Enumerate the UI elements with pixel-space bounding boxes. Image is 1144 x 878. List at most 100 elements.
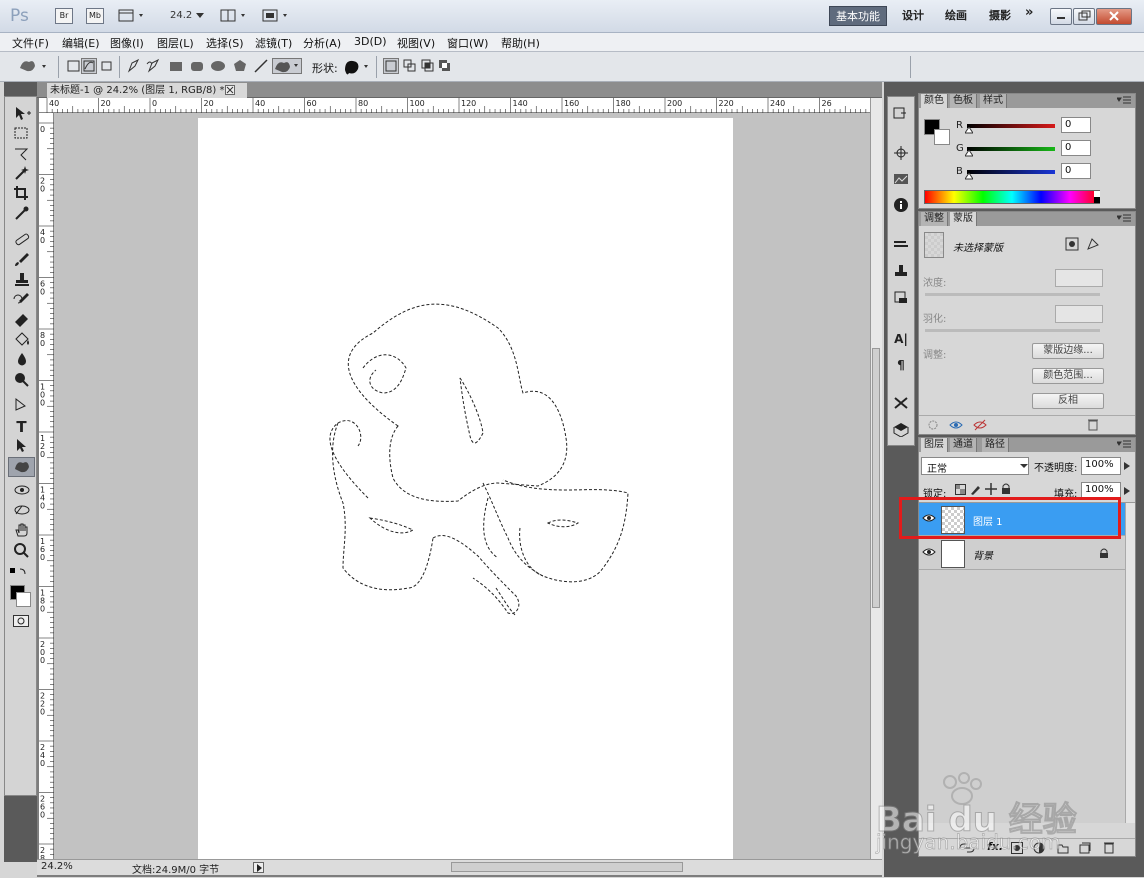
density-input[interactable] <box>1055 269 1103 287</box>
lock-position-icon[interactable] <box>985 483 997 495</box>
mask-edge-button[interactable]: 蒙版边缘... <box>1032 343 1104 359</box>
eraser-tool[interactable] <box>8 311 35 331</box>
status-menu-button[interactable] <box>253 862 264 873</box>
arrange-documents-button[interactable] <box>220 9 250 23</box>
panel-menu-icon[interactable] <box>1117 440 1131 450</box>
channel-g-input[interactable]: 0 <box>1061 140 1091 156</box>
ruler-vertical[interactable]: 020406080100120140160180200220240260280 <box>39 113 54 859</box>
menu-layer[interactable]: 图层(L) <box>157 35 194 51</box>
workspace-design-button[interactable]: 设计 <box>902 7 924 23</box>
ellipse-tool-button[interactable] <box>210 58 226 74</box>
workspace-essentials-button[interactable]: 基本功能 <box>829 6 887 26</box>
workspace-painting-button[interactable]: 绘画 <box>945 7 967 23</box>
navigator-panel-button[interactable] <box>888 145 914 165</box>
channel-r-slider[interactable] <box>967 124 1055 128</box>
zoom-dropdown-icon[interactable] <box>196 13 204 19</box>
tab-color[interactable]: 颜色 <box>921 94 948 108</box>
opacity-slider-arrow-icon[interactable] <box>1123 462 1131 470</box>
delete-mask-icon[interactable] <box>1087 418 1099 431</box>
history-panel-button[interactable] <box>888 105 914 125</box>
tab-swatches[interactable]: 色板 <box>950 94 977 108</box>
more-workspaces-button[interactable]: » <box>1025 5 1033 20</box>
type-tool[interactable]: T <box>8 417 35 437</box>
horizontal-scroll-thumb[interactable] <box>451 862 683 872</box>
paths-button[interactable] <box>81 58 97 74</box>
intersect-shape-mode[interactable] <box>420 58 436 74</box>
minimize-button[interactable] <box>1050 8 1072 25</box>
vertical-scroll-thumb[interactable] <box>872 348 880 608</box>
mini-bridge-button[interactable]: Mb <box>86 8 104 24</box>
menu-image[interactable]: 图像(I) <box>110 35 144 51</box>
rectangle-tool-button[interactable] <box>168 58 184 74</box>
new-shape-layer-mode[interactable] <box>383 58 399 74</box>
eyedropper-tool[interactable] <box>8 205 35 225</box>
dodge-tool[interactable] <box>8 371 35 391</box>
channel-r-input[interactable]: 0 <box>1061 117 1091 133</box>
menu-window[interactable]: 窗口(W) <box>447 35 488 51</box>
zoom-level[interactable]: 24.2 <box>170 10 192 21</box>
crop-tool[interactable] <box>8 185 35 205</box>
histogram-panel-button[interactable] <box>888 171 914 191</box>
lock-transparent-icon[interactable] <box>955 484 966 495</box>
tab-styles[interactable]: 样式 <box>980 94 1007 108</box>
feather-slider[interactable] <box>925 329 1100 332</box>
close-button[interactable] <box>1096 8 1132 25</box>
color-range-button[interactable]: 颜色范围... <box>1032 368 1104 384</box>
clone-source-panel-button[interactable] <box>888 263 914 283</box>
tab-layers[interactable]: 图层 <box>921 438 948 452</box>
tool-presets-panel-button[interactable] <box>888 289 914 309</box>
channel-b-input[interactable]: 0 <box>1061 163 1091 179</box>
direct-selection-tool[interactable] <box>8 437 35 457</box>
slider-handle-icon[interactable] <box>965 173 973 180</box>
polygon-tool-button[interactable] <box>232 58 248 74</box>
healing-brush-tool[interactable] <box>8 231 35 251</box>
apply-mask-icon[interactable] <box>949 419 963 431</box>
panel-menu-icon[interactable] <box>1117 214 1131 224</box>
3d-rotate-tool[interactable] <box>8 482 35 502</box>
character-panel-button[interactable]: A| <box>888 329 914 349</box>
background-color-swatch[interactable] <box>16 592 31 607</box>
menu-help[interactable]: 帮助(H) <box>501 35 540 51</box>
tab-channels[interactable]: 通道 <box>950 438 977 452</box>
clone-stamp-tool[interactable] <box>8 271 35 291</box>
pixel-mask-icon[interactable] <box>1065 237 1079 251</box>
shape-picker[interactable] <box>342 58 372 75</box>
visibility-eye-icon[interactable] <box>922 547 936 559</box>
paragraph-panel-button[interactable]: ¶ <box>888 355 914 375</box>
canvas-document[interactable] <box>198 118 733 859</box>
3d-panel-button[interactable] <box>888 421 914 441</box>
menu-file[interactable]: 文件(F) <box>12 35 49 51</box>
density-slider[interactable] <box>925 293 1100 296</box>
blur-tool[interactable] <box>8 351 35 371</box>
screen-mode-button[interactable] <box>262 9 292 23</box>
color-spectrum-ramp[interactable] <box>924 190 1100 204</box>
view-extras-button[interactable] <box>118 9 148 23</box>
add-to-shape-mode[interactable] <box>402 58 418 74</box>
paint-bucket-tool[interactable] <box>8 331 35 351</box>
lock-image-icon[interactable] <box>970 484 981 495</box>
shape-layers-button[interactable] <box>66 58 82 74</box>
swap-colors-button[interactable] <box>10 567 30 577</box>
brush-tool[interactable] <box>8 251 35 271</box>
info-panel-button[interactable] <box>888 197 914 217</box>
invert-button[interactable]: 反相 <box>1032 393 1104 409</box>
channel-b-slider[interactable] <box>967 170 1055 174</box>
lock-all-icon[interactable] <box>1001 483 1011 495</box>
rounded-rectangle-button[interactable] <box>189 58 205 74</box>
lasso-tool[interactable] <box>8 145 35 165</box>
path-selection-tool[interactable] <box>8 397 35 417</box>
feather-input[interactable] <box>1055 305 1103 323</box>
zoom-tool[interactable] <box>8 542 35 562</box>
tab-masks[interactable]: 蒙版 <box>950 212 977 226</box>
opacity-input[interactable]: 100% <box>1081 457 1121 475</box>
document-close-button[interactable] <box>225 85 235 95</box>
slider-handle-icon[interactable] <box>965 127 973 134</box>
vector-mask-icon[interactable] <box>1086 237 1100 251</box>
black-white-ramp[interactable] <box>1094 191 1100 203</box>
tools-settings-panel-button[interactable] <box>888 395 914 415</box>
panel-menu-icon[interactable] <box>1117 96 1131 106</box>
fill-pixels-button[interactable] <box>99 58 115 74</box>
tab-paths[interactable]: 路径 <box>982 438 1009 452</box>
magic-wand-tool[interactable] <box>8 165 35 185</box>
tab-adjustments[interactable]: 调整 <box>921 212 948 226</box>
